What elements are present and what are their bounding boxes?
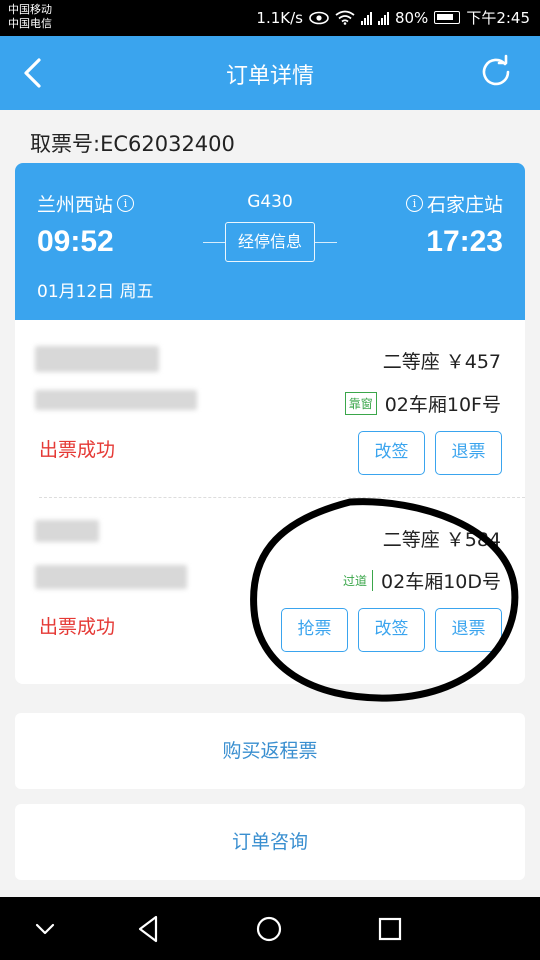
app-header: 订单详情: [0, 36, 540, 110]
passenger-name-redacted: [35, 520, 99, 542]
change-ticket-button[interactable]: 改签: [358, 431, 425, 475]
train-info: 兰州西站 i G430 i 石家庄站 09:52 经停信息 17:23 01月1…: [15, 163, 525, 320]
home-circle-icon[interactable]: [252, 912, 286, 946]
arrival-time: 17:23: [426, 225, 503, 258]
passenger-id-redacted: [35, 565, 187, 589]
passenger-row: 二等座 ￥584 过道 02车厢10D号: [15, 497, 525, 684]
back-triangle-icon[interactable]: [132, 912, 166, 946]
clock: 下午2:45: [466, 9, 530, 27]
route-line-left: [203, 242, 225, 243]
eye-icon: [309, 11, 329, 24]
passenger-name-redacted: [35, 346, 159, 372]
battery-percent: 80%: [394, 8, 429, 27]
seat-number: 02车厢10D号: [381, 571, 501, 593]
departure-time: 09:52: [37, 225, 114, 258]
info-icon: i: [405, 195, 423, 212]
grab-ticket-button[interactable]: 抢票: [281, 608, 348, 652]
route-line-right: [315, 242, 337, 243]
chevron-down-icon[interactable]: [28, 912, 62, 946]
seat-position: 过道 02车厢10D号: [340, 567, 501, 594]
to-station-name: 石家庄站: [426, 194, 503, 216]
seat-tag: 靠窗: [344, 392, 377, 415]
status-icons: 1.1K/s 80% 下午2:45: [256, 7, 530, 28]
ticket-status: 出票成功: [39, 616, 116, 638]
ticket-number: 取票号:EC62032400: [30, 132, 235, 156]
refund-button[interactable]: 退票: [435, 608, 502, 652]
carrier-2: 中国电信: [8, 17, 52, 30]
ticket-status: 出票成功: [39, 439, 116, 461]
seat-class-price: 二等座 ￥457: [382, 351, 501, 373]
network-speed: 1.1K/s: [256, 8, 303, 27]
seat-tag: 过道: [340, 570, 374, 591]
seat-class-price: 二等座 ￥584: [382, 529, 501, 551]
seat-position: 靠窗 02车厢10F号: [344, 390, 501, 417]
battery-icon: [434, 11, 461, 24]
change-ticket-button[interactable]: 改签: [358, 608, 425, 652]
order-consult-button[interactable]: 订单咨询: [15, 804, 525, 880]
buy-return-ticket-button[interactable]: 购买返程票: [15, 713, 525, 789]
page-title: 订单详情: [225, 64, 314, 89]
system-nav-bar: [0, 897, 540, 960]
refresh-icon[interactable]: [478, 54, 514, 90]
order-card: 兰州西站 i G430 i 石家庄站 09:52 经停信息 17:23 01月1…: [15, 163, 525, 684]
carrier-info: 中国移动 中国电信: [8, 3, 52, 31]
refund-button[interactable]: 退票: [435, 431, 502, 475]
to-station[interactable]: i 石家庄站: [405, 190, 503, 217]
carrier-1: 中国移动: [8, 3, 52, 16]
stops-info-button[interactable]: 经停信息: [225, 222, 315, 262]
status-bar: 中国移动 中国电信 1.1K/s 80% 下午2:45: [0, 0, 540, 36]
wifi-icon: [335, 10, 355, 25]
signal-icon: [360, 11, 372, 25]
recents-square-icon[interactable]: [373, 912, 407, 946]
signal-icon-2: [377, 11, 389, 25]
passenger-id-redacted: [35, 390, 197, 410]
seat-number: 02车厢10F号: [384, 394, 501, 416]
travel-date: 01月12日 周五: [37, 282, 154, 302]
